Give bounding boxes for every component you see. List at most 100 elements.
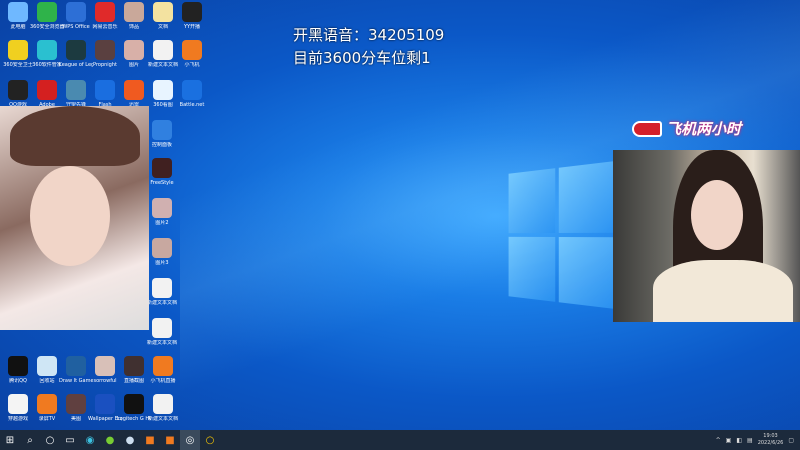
webcam-overlay-left <box>0 106 149 330</box>
desktop-icon-label: 图片3 <box>155 260 169 266</box>
app-icon <box>37 40 57 60</box>
clock-time: 19:03 <box>763 433 778 439</box>
app-icon <box>37 394 57 414</box>
task-view-button[interactable]: ▭ <box>60 430 80 450</box>
taskbar-edge[interactable]: ◉ <box>80 430 100 450</box>
taskbar-app-bubble[interactable]: ● <box>120 430 140 450</box>
desktop-icon[interactable]: 新建文本文档 <box>146 394 180 422</box>
stream-text-overlay: 开黑语音：34205109 目前3600分车位剩1 <box>293 24 444 70</box>
app-icon <box>95 80 115 100</box>
search-button[interactable]: ⌕ <box>20 430 40 450</box>
app-icon <box>124 40 144 60</box>
desktop-icon-label: YY开播 <box>183 24 201 30</box>
app-icon <box>66 394 86 414</box>
voice-channel-text: 开黑语音：34205109 <box>293 26 445 44</box>
clock[interactable]: 19:03 2022/6/26 <box>758 433 784 447</box>
app-icon <box>8 40 28 60</box>
bubble-icon: ● <box>125 434 135 446</box>
app-icon <box>152 238 172 258</box>
edge-icon: ◉ <box>85 434 95 446</box>
app-icon <box>8 394 28 414</box>
desktop-icon[interactable]: 控制面板 <box>145 120 179 148</box>
plane-app-icon: ■ <box>165 434 175 446</box>
desktop-icon[interactable]: 新建文本文档 <box>145 278 179 306</box>
app-icon <box>152 158 172 178</box>
taskbar-app-yy[interactable]: ○ <box>200 430 220 450</box>
desktop-icon[interactable]: 图片3 <box>145 238 179 266</box>
app-icon <box>37 2 57 22</box>
cortana-button[interactable]: ○ <box>40 430 60 450</box>
app-icon <box>124 2 144 22</box>
app-icon <box>153 356 173 376</box>
app-icon <box>153 40 173 60</box>
desktop-icon-label: 控制面板 <box>151 142 172 148</box>
app-icon <box>66 356 86 376</box>
app-icon <box>37 356 57 376</box>
clock-date: 2022/6/26 <box>757 440 784 446</box>
webcam-overlay-right <box>613 150 800 322</box>
circle-icon: ○ <box>45 434 55 446</box>
desktop-icon-label: 图片2 <box>155 220 169 226</box>
app-icon <box>153 394 173 414</box>
app-icon <box>95 394 115 414</box>
desktop-icon-label: FreeStyle <box>150 180 174 186</box>
system-tray: ^ ▣ ◧ ▤ 19:03 2022/6/26 ▢ <box>716 430 800 450</box>
desktop-icon-label: 小飞机直播 <box>150 378 176 384</box>
chat-icon: ● <box>105 434 115 446</box>
desktop-icon-label: 新建文本文档 <box>147 416 178 422</box>
app-icon <box>182 2 202 22</box>
plane-icon <box>632 120 662 137</box>
desktop-icon-label: 小飞机 <box>184 62 200 68</box>
desktop-icon[interactable]: Battle.net <box>175 80 209 108</box>
windows-logo-wallpaper <box>508 161 616 309</box>
ime-icon[interactable]: ▤ <box>747 437 753 444</box>
app-icon <box>153 2 173 22</box>
banner-text: 飞机两小时 <box>666 120 742 138</box>
desktop-icon[interactable]: 图片2 <box>145 198 179 226</box>
desktop-icon[interactable]: 新建文本文档 <box>145 318 179 346</box>
volume-icon[interactable]: ◧ <box>736 437 742 444</box>
app-icon <box>182 80 202 100</box>
app-icon <box>66 40 86 60</box>
app-icon <box>66 2 86 22</box>
app-icon <box>95 2 115 22</box>
start-button[interactable]: ⊞ <box>0 430 20 450</box>
task-view-icon: ▭ <box>65 434 75 446</box>
windows-icon: ⊞ <box>5 434 15 446</box>
app-icon <box>66 80 86 100</box>
yy-icon: ○ <box>205 434 215 446</box>
app-icon <box>37 80 57 100</box>
taskbar-app-green[interactable]: ● <box>100 430 120 450</box>
obs-icon: ◎ <box>185 434 195 446</box>
desktop-icon[interactable]: YY开播 <box>175 2 209 30</box>
desktop-icon[interactable]: FreeStyle <box>145 158 179 186</box>
notification-icon[interactable]: ▢ <box>788 437 794 444</box>
stream-banner: 飞机两小时 <box>632 118 741 139</box>
app-icon <box>124 356 144 376</box>
taskbar-app-plane2[interactable]: ■ <box>160 430 180 450</box>
search-icon: ⌕ <box>27 434 33 446</box>
app-icon <box>152 120 172 140</box>
app-icon <box>124 80 144 100</box>
desktop-icon-label: 新建文本文档 <box>146 340 177 346</box>
desktop-icon[interactable]: 小飞机直播 <box>146 356 180 384</box>
taskbar-app-plane1[interactable]: ■ <box>140 430 160 450</box>
taskbar: ⊞ ⌕ ○ ▭ ◉ ● ● ■ ■ ◎ ○ ^ ▣ ◧ ▤ 19:03 2022… <box>0 430 800 450</box>
app-icon <box>8 80 28 100</box>
desktop-icon-label: Battle.net <box>179 102 205 108</box>
app-icon <box>95 40 115 60</box>
app-icon <box>152 278 172 298</box>
app-icon <box>8 356 28 376</box>
desktop-icon-label: 新建文本文档 <box>146 300 177 306</box>
taskbar-app-obs[interactable]: ◎ <box>180 430 200 450</box>
plane-app-icon: ■ <box>145 434 155 446</box>
app-icon <box>182 40 202 60</box>
app-icon <box>152 318 172 338</box>
app-icon <box>153 80 173 100</box>
desktop-icon[interactable]: 小飞机 <box>175 40 209 68</box>
network-icon[interactable]: ▣ <box>726 437 732 444</box>
app-icon <box>152 198 172 218</box>
rank-status-text: 目前3600分车位剩1 <box>293 49 431 67</box>
app-icon <box>124 394 144 414</box>
chevron-up-icon[interactable]: ^ <box>716 437 721 444</box>
